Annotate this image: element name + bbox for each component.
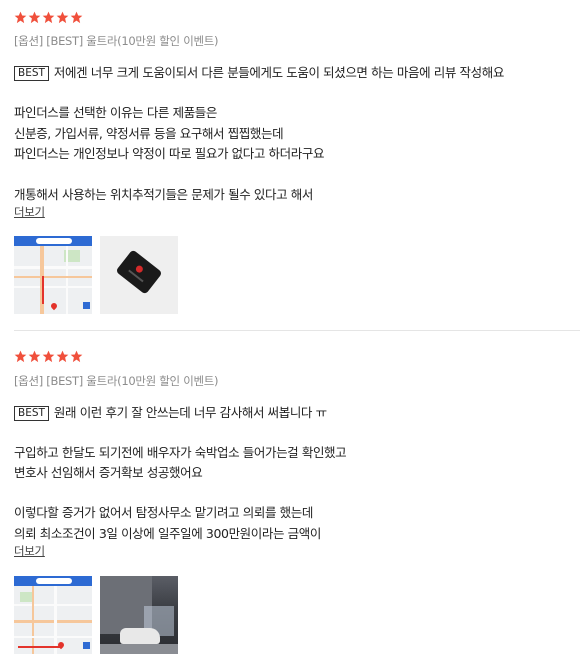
review-text-line: 이렇다할 증거가 없어서 탐정사무소 맡기려고 의뢰를 했는데 bbox=[14, 505, 313, 520]
star-icon bbox=[42, 11, 55, 24]
star-rating bbox=[14, 350, 83, 363]
review-headline: BEST 원래 이런 후기 잘 안쓰는데 너무 감사해서 써봅니다 ㅠ bbox=[14, 402, 327, 421]
star-icon bbox=[14, 11, 27, 24]
star-icon bbox=[28, 350, 41, 363]
star-icon bbox=[14, 350, 27, 363]
review-text-line: 파인더스는 개인정보나 약정이 따로 필요가 없다고 하더라구요 bbox=[14, 146, 325, 161]
review-option: [옵션] [BEST] 울트라(10만원 할인 이벤트) bbox=[14, 34, 219, 48]
star-icon bbox=[56, 350, 69, 363]
review-text-line: 개통해서 사용하는 위치추적기들은 문제가 될수 있다고 해서 bbox=[14, 187, 313, 202]
review-text-line: 원래 이런 후기 잘 안쓰는데 너무 감사해서 써봅니다 ㅠ bbox=[53, 405, 327, 420]
review-option: [옵션] [BEST] 울트라(10만원 할인 이벤트) bbox=[14, 374, 219, 388]
more-link[interactable]: 더보기 bbox=[14, 543, 45, 559]
star-icon bbox=[28, 11, 41, 24]
star-icon bbox=[70, 350, 83, 363]
review-photo-building[interactable] bbox=[100, 576, 178, 654]
star-icon bbox=[56, 11, 69, 24]
review-photo-map[interactable] bbox=[14, 236, 92, 314]
review-text-line: 저에겐 너무 크게 도움이되서 다른 분들에게도 도움이 되셨으면 하는 마음에… bbox=[53, 65, 504, 80]
review-photo-map[interactable] bbox=[14, 576, 92, 654]
best-badge: BEST bbox=[14, 66, 49, 81]
star-icon bbox=[42, 350, 55, 363]
review-headline: BEST 저에겐 너무 크게 도움이되서 다른 분들에게도 도움이 되셨으면 하는… bbox=[14, 62, 504, 81]
best-badge: BEST bbox=[14, 406, 49, 421]
more-link[interactable]: 더보기 bbox=[14, 204, 45, 220]
review-text-line: 변호사 선임해서 증거확보 성공했어요 bbox=[14, 465, 203, 480]
review-photo-device[interactable] bbox=[100, 236, 178, 314]
review-text-line: 파인더스를 선택한 이유는 다른 제품들은 bbox=[14, 105, 217, 120]
review-text-line: 신분증, 가입서류, 약정서류 등을 요구해서 찝찝했는데 bbox=[14, 126, 284, 141]
review-divider bbox=[14, 330, 580, 331]
review-text-line: 의뢰 최소조건이 3일 이상에 일주일에 300만원이라는 금액이 bbox=[14, 526, 321, 541]
review-text-line: 구입하고 한달도 되기전에 배우자가 숙박업소 들어가는걸 확인했고 bbox=[14, 445, 347, 460]
star-rating bbox=[14, 11, 83, 24]
star-icon bbox=[70, 11, 83, 24]
